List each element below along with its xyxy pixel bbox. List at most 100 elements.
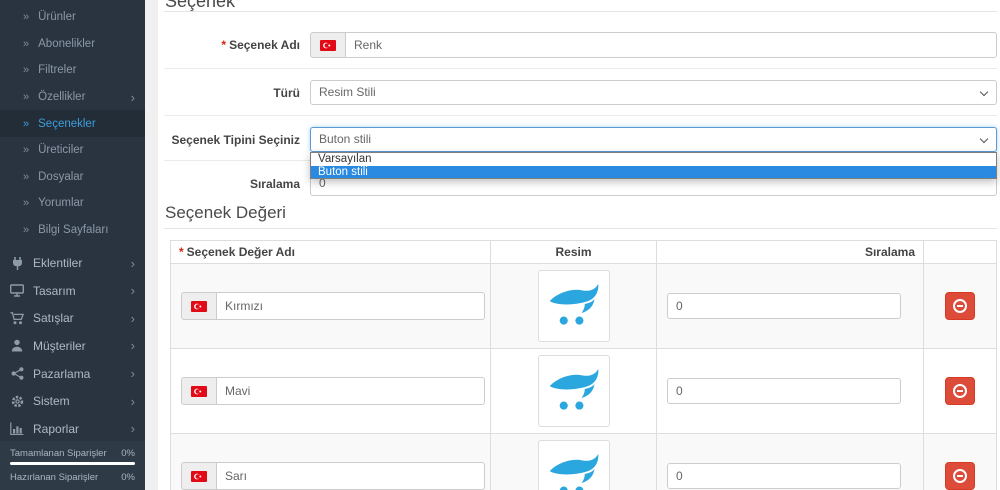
- section-title: Seçenek Değeri: [165, 203, 286, 223]
- option-type-select-value: Buton stili: [319, 132, 371, 146]
- chevron-right-icon: ›: [131, 367, 135, 380]
- chevron-right-icon: ›: [131, 257, 135, 270]
- user-icon: [9, 339, 25, 353]
- sort-order-label: Sıralama: [164, 177, 300, 191]
- minus-circle-icon: [953, 384, 967, 398]
- sidebar-item-pazarlama[interactable]: Pazarlama ›: [0, 360, 145, 388]
- sidebar-item-ozellikler[interactable]: » Özellikler ›: [0, 84, 145, 111]
- column-header-sort: Sıralama: [657, 241, 924, 264]
- chevron-down-icon: [980, 88, 988, 96]
- main-content: Seçenek *Seçenek Adı Türü Resim Stili Se…: [158, 0, 1000, 490]
- sidebar-item-abonelikler[interactable]: » Abonelikler: [0, 31, 145, 58]
- value-sort-input[interactable]: [667, 463, 901, 489]
- divider: [164, 228, 997, 229]
- value-name-input[interactable]: [216, 462, 485, 490]
- stat-value: 0%: [121, 472, 135, 483]
- submenu-arrow-icon: »: [23, 118, 29, 130]
- image-thumbnail[interactable]: [538, 270, 610, 342]
- chevron-right-icon: ›: [131, 312, 135, 325]
- order-stats-panel: Tamamlanan Siparişler 0% Hazırlanan Sipa…: [0, 441, 145, 490]
- dropdown-option-varsayilan[interactable]: Varsayılan: [311, 153, 996, 166]
- required-mark: *: [179, 245, 184, 259]
- column-header-image: Resim: [491, 241, 657, 264]
- bar-chart-icon: [9, 422, 25, 436]
- type-select-value: Resim Stili: [319, 85, 376, 99]
- dropdown-option-buton-stili[interactable]: Buton stili: [311, 166, 996, 179]
- sidebar-item-eklentiler[interactable]: Eklentiler ›: [0, 249, 145, 277]
- sidebar-item-musteriler[interactable]: Müşteriler ›: [0, 332, 145, 360]
- stat-value: 0%: [121, 448, 135, 459]
- chevron-right-icon: ›: [131, 91, 135, 104]
- sidebar-item-yorumlar[interactable]: » Yorumlar: [0, 190, 145, 217]
- column-header-actions: [924, 241, 997, 264]
- sidebar-item-label: Bilgi Sayfaları: [38, 224, 108, 236]
- sidebar-item-label: Pazarlama: [33, 367, 90, 381]
- stat-completed-orders: Tamamlanan Siparişler 0%: [10, 448, 135, 459]
- turkish-flag-icon: [310, 32, 346, 58]
- divider: [164, 68, 997, 69]
- turkish-flag-icon: [181, 292, 217, 320]
- option-type-label: Seçenek Tipini Seçiniz: [164, 133, 300, 147]
- sidebar-item-satislar[interactable]: Satışlar ›: [0, 305, 145, 333]
- image-thumbnail[interactable]: [538, 355, 610, 427]
- divider: [164, 11, 997, 12]
- sidebar-item-label: Üreticiler: [38, 144, 83, 156]
- image-thumbnail[interactable]: [538, 440, 610, 490]
- sidebar-item-raporlar[interactable]: Raporlar ›: [0, 415, 145, 443]
- option-name-control: [310, 32, 997, 58]
- sidebar-item-ureticiler[interactable]: » Üreticiler: [0, 137, 145, 164]
- option-name-input[interactable]: [345, 32, 997, 58]
- monitor-icon: [9, 284, 25, 298]
- sidebar-item-secenekler[interactable]: » Seçenekler: [0, 110, 145, 137]
- option-type-select[interactable]: Buton stili: [310, 127, 997, 152]
- option-name-label: *Seçenek Adı: [164, 38, 300, 52]
- submenu-arrow-icon: »: [23, 91, 29, 103]
- table-row: [171, 264, 997, 349]
- sidebar-item-label: Dosyalar: [38, 171, 83, 183]
- type-label: Türü: [164, 86, 300, 100]
- turkish-flag-icon: [181, 377, 217, 405]
- gear-icon: [9, 394, 25, 408]
- sidebar-item-label: Ürünler: [38, 11, 76, 23]
- column-header-name: *Seçenek Değer Adı: [171, 241, 491, 264]
- sidebar-item-label: Tasarım: [33, 284, 76, 298]
- value-sort-input[interactable]: [667, 378, 901, 404]
- sidebar-item-label: Sistem: [33, 394, 70, 408]
- sidebar-item-urunler[interactable]: » Ürünler: [0, 4, 145, 31]
- sidebar: » Ürünler » Abonelikler » Filtreler » Öz…: [0, 0, 145, 490]
- sidebar-item-bilgi-sayfalari[interactable]: » Bilgi Sayfaları: [0, 217, 145, 244]
- minus-circle-icon: [953, 469, 967, 483]
- remove-row-button[interactable]: [945, 292, 975, 320]
- sidebar-item-label: Filtreler: [38, 64, 76, 76]
- plug-icon: [9, 256, 25, 270]
- sidebar-item-label: Abonelikler: [38, 38, 95, 50]
- minus-circle-icon: [953, 299, 967, 313]
- sidebar-item-label: Yorumlar: [38, 197, 84, 209]
- sidebar-item-label: Satışlar: [33, 311, 74, 325]
- sidebar-item-dosyalar[interactable]: » Dosyalar: [0, 164, 145, 191]
- chevron-right-icon: ›: [131, 422, 135, 435]
- table-row: [171, 434, 997, 490]
- required-mark: *: [221, 38, 226, 52]
- remove-row-button[interactable]: [945, 462, 975, 490]
- submenu-arrow-icon: »: [23, 171, 29, 183]
- opencart-logo: [547, 279, 601, 333]
- option-type-dropdown: Varsayılan Buton stili: [310, 152, 997, 179]
- turkish-flag-icon: [181, 462, 217, 490]
- value-sort-input[interactable]: [667, 293, 901, 319]
- value-name-input[interactable]: [216, 377, 485, 405]
- remove-row-button[interactable]: [945, 377, 975, 405]
- type-select[interactable]: Resim Stili: [310, 80, 997, 105]
- submenu-arrow-icon: »: [23, 144, 29, 156]
- submenu-arrow-icon: »: [23, 64, 29, 76]
- sidebar-item-sistem[interactable]: Sistem ›: [0, 387, 145, 415]
- cart-icon: [9, 311, 25, 325]
- chevron-right-icon: ›: [131, 395, 135, 408]
- stat-label: Hazırlanan Siparişler: [10, 472, 98, 483]
- value-name-input[interactable]: [216, 292, 485, 320]
- sidebar-item-label: Seçenekler: [38, 118, 96, 130]
- submenu-arrow-icon: »: [23, 197, 29, 209]
- opencart-logo: [547, 449, 601, 490]
- sidebar-item-filtreler[interactable]: » Filtreler: [0, 57, 145, 84]
- sidebar-item-tasarim[interactable]: Tasarım ›: [0, 277, 145, 305]
